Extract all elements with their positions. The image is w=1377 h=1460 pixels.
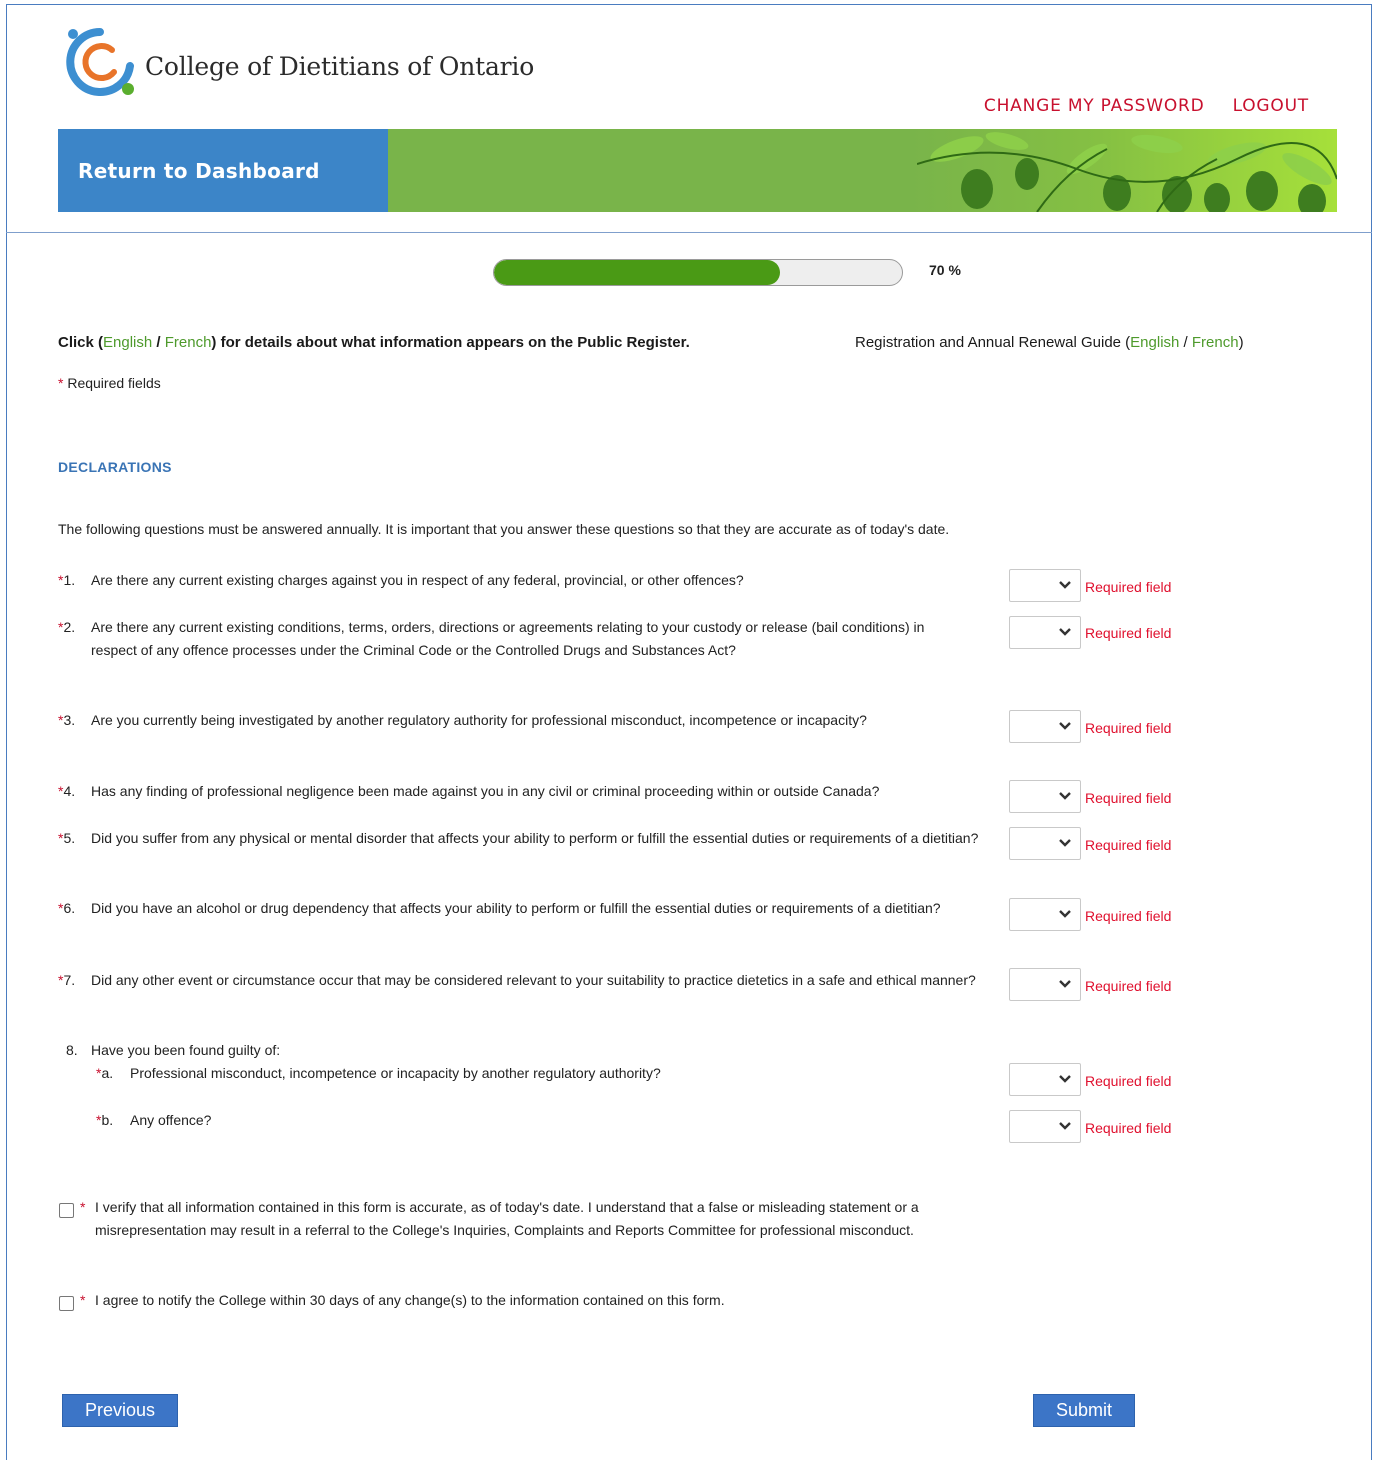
question-number: *6. <box>58 900 76 916</box>
top-nav: CHANGE MY PASSWORD LOGOUT <box>984 96 1309 116</box>
verify-text: I verify that all information contained … <box>95 1199 919 1238</box>
verify-statement: * I verify that all information containe… <box>80 1196 1000 1242</box>
public-register-info: Click (English / French) for details abo… <box>58 334 690 351</box>
question-number: *b. <box>96 1112 114 1128</box>
section-title: DECLARATIONS <box>58 459 172 475</box>
notify-text: I agree to notify the College within 30 … <box>95 1292 725 1308</box>
question-text: Has any finding of professional negligen… <box>91 783 880 799</box>
chevron-down-icon <box>1059 1075 1071 1083</box>
guide-separator: / <box>1179 334 1192 351</box>
question-8b: *b. Any offence? <box>58 1109 1003 1132</box>
required-field-msg: Required field <box>1085 1073 1172 1089</box>
org-name: College of Dietitians of Ontario <box>145 52 535 81</box>
answer-select-2[interactable] <box>1009 616 1081 649</box>
banner: Return to Dashboard <box>58 129 1337 212</box>
answer-select-3[interactable] <box>1009 710 1081 743</box>
required-field-msg: Required field <box>1085 720 1172 736</box>
question-7: *7. Did any other event or circumstance … <box>58 969 1003 992</box>
question-text: Are there any current existing charges a… <box>91 572 744 588</box>
required-fields-note: * Required fields <box>58 375 161 391</box>
banner-image <box>388 129 1337 212</box>
notify-statement: * I agree to notify the College within 3… <box>80 1289 1000 1312</box>
answer-select-1[interactable] <box>1009 569 1081 602</box>
info-text: ) for details about what information app… <box>211 334 690 351</box>
info-text: Click ( <box>58 334 104 351</box>
chevron-down-icon <box>1059 581 1071 589</box>
question-text: Did any other event or circumstance occu… <box>91 972 976 988</box>
answer-select-4[interactable] <box>1009 780 1081 813</box>
renewal-guide-info: Registration and Annual Renewal Guide (E… <box>855 334 1244 351</box>
question-text: Did you suffer from any physical or ment… <box>91 830 979 846</box>
progress-fill <box>494 260 780 285</box>
register-french-link[interactable]: French <box>165 334 212 351</box>
required-field-msg: Required field <box>1085 579 1172 595</box>
info-separator: / <box>152 334 165 351</box>
return-dashboard-button[interactable]: Return to Dashboard <box>58 129 388 212</box>
submit-button[interactable]: Submit <box>1033 1394 1135 1427</box>
progress-label: 70 % <box>929 262 961 278</box>
question-text: Are you currently being investigated by … <box>91 712 867 728</box>
question-number: *1. <box>58 572 76 588</box>
leaves-illustration <box>917 132 1337 212</box>
question-text: Have you been found guilty of: <box>91 1042 281 1058</box>
register-english-link[interactable]: English <box>103 334 152 351</box>
question-number: *2. <box>58 619 76 635</box>
chevron-down-icon <box>1059 980 1071 988</box>
question-text: Are there any current existing condition… <box>91 619 925 658</box>
question-3: *3. Are you currently being investigated… <box>58 709 1003 732</box>
guide-text: ) <box>1238 334 1244 351</box>
chevron-down-icon <box>1059 839 1071 847</box>
question-6: *6. Did you have an alcohol or drug depe… <box>58 897 1003 920</box>
question-text: Professional misconduct, incompetence or… <box>130 1065 661 1081</box>
question-4: *4. Has any finding of professional negl… <box>58 780 1003 803</box>
question-number: *3. <box>58 712 76 728</box>
notify-checkbox[interactable] <box>59 1296 74 1311</box>
required-field-msg: Required field <box>1085 837 1172 853</box>
chevron-down-icon <box>1059 628 1071 636</box>
question-5: *5. Did you suffer from any physical or … <box>58 827 1003 850</box>
question-1: *1. Are there any current existing charg… <box>58 569 1003 592</box>
answer-select-6[interactable] <box>1009 898 1081 931</box>
logout-link[interactable]: LOGOUT <box>1233 96 1309 116</box>
required-field-msg: Required field <box>1085 1120 1172 1136</box>
chevron-down-icon <box>1059 910 1071 918</box>
chevron-down-icon <box>1059 792 1071 800</box>
guide-english-link[interactable]: English <box>1130 334 1179 351</box>
required-field-msg: Required field <box>1085 978 1172 994</box>
section-intro: The following questions must be answered… <box>58 521 950 537</box>
required-field-msg: Required field <box>1085 908 1172 924</box>
question-8: 8. Have you been found guilty of: <box>58 1039 1003 1062</box>
chevron-down-icon <box>1059 722 1071 730</box>
question-number: 8. <box>66 1042 78 1058</box>
question-text: Any offence? <box>130 1112 212 1128</box>
question-2: *2. Are there any current existing condi… <box>58 616 1003 662</box>
question-number: *4. <box>58 783 76 799</box>
header-divider <box>6 232 1372 233</box>
required-star: * <box>80 1292 86 1308</box>
guide-french-link[interactable]: French <box>1192 334 1239 351</box>
progress-bar <box>493 259 903 286</box>
previous-button[interactable]: Previous <box>62 1394 178 1427</box>
question-number: *a. <box>96 1065 114 1081</box>
required-note-text: Required fields <box>63 375 161 391</box>
answer-select-5[interactable] <box>1009 827 1081 860</box>
question-text: Did you have an alcohol or drug dependen… <box>91 900 941 916</box>
question-number: *7. <box>58 972 76 988</box>
logo-icon <box>66 28 134 96</box>
question-number: *5. <box>58 830 76 846</box>
required-field-msg: Required field <box>1085 625 1172 641</box>
required-field-msg: Required field <box>1085 790 1172 806</box>
answer-select-7[interactable] <box>1009 968 1081 1001</box>
guide-text: Registration and Annual Renewal Guide ( <box>855 334 1131 351</box>
answer-select-8a[interactable] <box>1009 1063 1081 1096</box>
required-star: * <box>80 1199 86 1215</box>
verify-checkbox[interactable] <box>59 1203 74 1218</box>
change-password-link[interactable]: CHANGE MY PASSWORD <box>984 96 1205 116</box>
question-8a: *a. Professional misconduct, incompetenc… <box>58 1062 1003 1085</box>
chevron-down-icon <box>1059 1122 1071 1130</box>
answer-select-8b[interactable] <box>1009 1110 1081 1143</box>
